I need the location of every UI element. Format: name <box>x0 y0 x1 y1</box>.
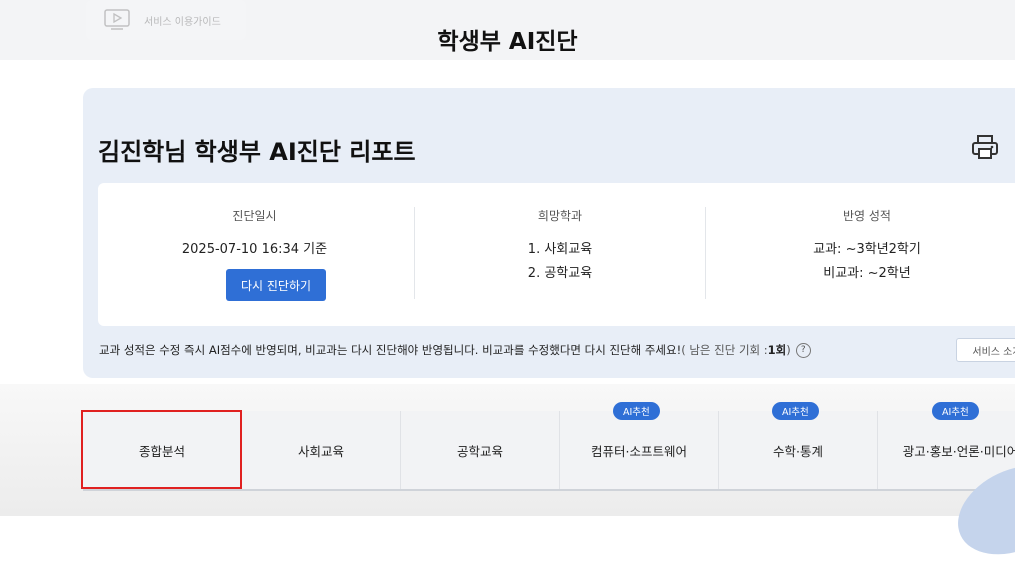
print-button[interactable] <box>971 134 999 160</box>
desired-major-1: 1. 사회교육 <box>527 242 593 257</box>
grades-column: 반영 성적 교과: ~3학년2학기 비교과: ~2학년 <box>706 183 1015 326</box>
major-tabbar: 종합분석 사회교육 공학교육 컴퓨터·소프트웨어 수학·통계 광고·홍보·언론·… <box>83 411 1015 491</box>
tab-social-education[interactable]: 사회교육 <box>242 411 401 489</box>
tab-computer-software[interactable]: 컴퓨터·소프트웨어 <box>560 411 719 489</box>
ai-recommend-badge: AI추천 <box>613 402 660 420</box>
ai-recommend-badge: AI추천 <box>932 402 979 420</box>
remaining-suffix: ) <box>786 343 791 357</box>
grades-label: 반영 성적 <box>843 209 891 223</box>
non-subject-grades-range: 비교과: ~2학년 <box>823 266 911 281</box>
desired-majors-label: 희망학과 <box>537 209 583 223</box>
ai-recommend-badge: AI추천 <box>772 402 819 420</box>
tab-math-statistics[interactable]: 수학·통계 <box>719 411 878 489</box>
subject-grades-range: 교과: ~3학년2학기 <box>813 242 921 257</box>
report-info-box: 진단일시 2025-07-10 16:34 기준 다시 진단하기 희망학과 1.… <box>98 183 1015 326</box>
tab-engineering-education[interactable]: 공학교육 <box>401 411 560 489</box>
diagnosis-notice: 교과 성적은 수정 즉시 AI점수에 반영되며, 비교과는 다시 진단해야 반영… <box>99 342 811 358</box>
question-circle-icon[interactable]: ? <box>795 342 811 358</box>
report-card: 김진학님 학생부 AI진단 리포트 진단일시 2025-07-10 16:34 … <box>83 88 1015 378</box>
rediagnose-button[interactable]: 다시 진단하기 <box>226 269 326 301</box>
tab-overall-analysis[interactable]: 종합분석 <box>83 411 242 489</box>
diagnosis-date-label: 진단일시 <box>232 209 277 223</box>
page-title: 학생부 AI진단 <box>437 29 578 55</box>
remaining-prefix: ( 남은 진단 기회 : <box>681 343 768 357</box>
notice-main-text: 교과 성적은 수정 즉시 AI점수에 반영되며, 비교과는 다시 진단해야 반영… <box>99 343 682 357</box>
desired-major-2: 2. 공학교육 <box>527 266 593 281</box>
remaining-count: 1회 <box>767 343 787 357</box>
printer-icon <box>972 135 998 159</box>
report-title: 김진학님 학생부 AI진단 리포트 <box>98 138 416 166</box>
desired-majors-column: 희망학과 1. 사회교육 2. 공학교육 <box>415 183 705 326</box>
diagnosis-date-column: 진단일시 2025-07-10 16:34 기준 다시 진단하기 <box>98 183 411 326</box>
diagnosis-date-value: 2025-07-10 16:34 기준 <box>181 242 328 257</box>
service-intro-button[interactable]: 서비스 소개 <box>956 338 1015 362</box>
